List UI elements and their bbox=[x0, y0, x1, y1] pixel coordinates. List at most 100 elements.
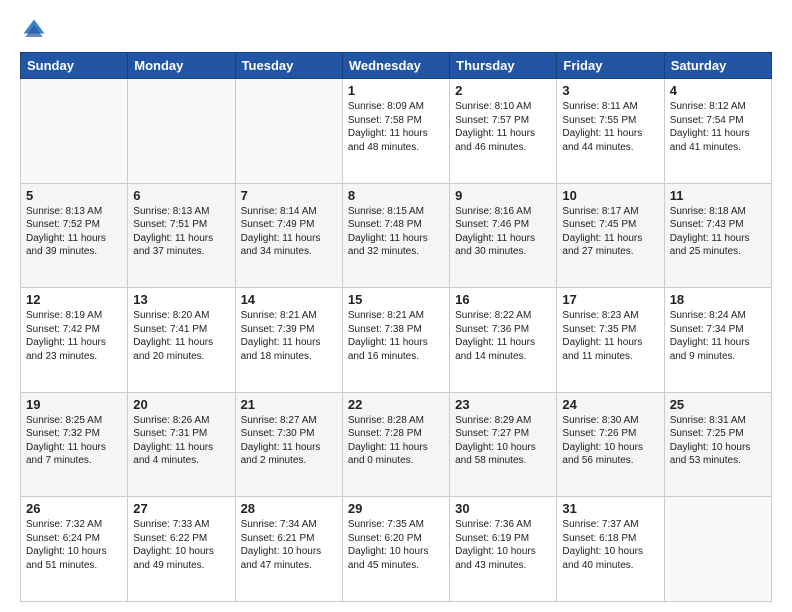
day-number: 31 bbox=[562, 501, 658, 516]
weekday-header-row: SundayMondayTuesdayWednesdayThursdayFrid… bbox=[21, 53, 772, 79]
day-info: Sunrise: 8:15 AM Sunset: 7:48 PM Dayligh… bbox=[348, 205, 444, 259]
day-info: Sunrise: 8:30 AM Sunset: 7:26 PM Dayligh… bbox=[562, 414, 658, 468]
day-cell-6: 6 Sunrise: 8:13 AM Sunset: 7:51 PM Daylig… bbox=[128, 183, 235, 288]
day-number: 14 bbox=[241, 292, 337, 307]
day-cell-25: 25 Sunrise: 8:31 AM Sunset: 7:25 PM Dayli… bbox=[664, 392, 771, 497]
day-info: Sunrise: 7:36 AM Sunset: 6:19 PM Dayligh… bbox=[455, 518, 551, 572]
day-number: 24 bbox=[562, 397, 658, 412]
day-cell-21: 21 Sunrise: 8:27 AM Sunset: 7:30 PM Dayli… bbox=[235, 392, 342, 497]
day-info: Sunrise: 7:32 AM Sunset: 6:24 PM Dayligh… bbox=[26, 518, 122, 572]
day-cell-9: 9 Sunrise: 8:16 AM Sunset: 7:46 PM Daylig… bbox=[450, 183, 557, 288]
day-number: 21 bbox=[241, 397, 337, 412]
day-info: Sunrise: 8:10 AM Sunset: 7:57 PM Dayligh… bbox=[455, 100, 551, 154]
day-info: Sunrise: 8:19 AM Sunset: 7:42 PM Dayligh… bbox=[26, 309, 122, 363]
day-number: 3 bbox=[562, 83, 658, 98]
weekday-header-wednesday: Wednesday bbox=[342, 53, 449, 79]
day-number: 19 bbox=[26, 397, 122, 412]
weekday-header-thursday: Thursday bbox=[450, 53, 557, 79]
weekday-header-sunday: Sunday bbox=[21, 53, 128, 79]
week-row-1: 1Sunrise: 8:09 AM Sunset: 7:58 PM Daylig… bbox=[21, 79, 772, 184]
day-number: 10 bbox=[562, 188, 658, 203]
day-info: Sunrise: 8:25 AM Sunset: 7:32 PM Dayligh… bbox=[26, 414, 122, 468]
day-cell-23: 23 Sunrise: 8:29 AM Sunset: 7:27 PM Dayli… bbox=[450, 392, 557, 497]
week-row-5: 26 Sunrise: 7:32 AM Sunset: 6:24 PM Dayli… bbox=[21, 497, 772, 602]
day-number: 8 bbox=[348, 188, 444, 203]
day-number: 9 bbox=[455, 188, 551, 203]
week-row-2: 5 Sunrise: 8:13 AM Sunset: 7:52 PM Daylig… bbox=[21, 183, 772, 288]
day-info: Sunrise: 7:34 AM Sunset: 6:21 PM Dayligh… bbox=[241, 518, 337, 572]
day-info: Sunrise: 8:22 AM Sunset: 7:36 PM Dayligh… bbox=[455, 309, 551, 363]
day-info: Sunrise: 8:16 AM Sunset: 7:46 PM Dayligh… bbox=[455, 205, 551, 259]
logo bbox=[20, 16, 52, 44]
day-info: Sunrise: 8:27 AM Sunset: 7:30 PM Dayligh… bbox=[241, 414, 337, 468]
day-cell-22: 22Sunrise: 8:28 AM Sunset: 7:28 PM Dayli… bbox=[342, 392, 449, 497]
day-cell-5: 5 Sunrise: 8:13 AM Sunset: 7:52 PM Daylig… bbox=[21, 183, 128, 288]
day-number: 6 bbox=[133, 188, 229, 203]
day-number: 13 bbox=[133, 292, 229, 307]
day-info: Sunrise: 8:12 AM Sunset: 7:54 PM Dayligh… bbox=[670, 100, 766, 154]
day-cell-17: 17 Sunrise: 8:23 AM Sunset: 7:35 PM Dayli… bbox=[557, 288, 664, 393]
day-info: Sunrise: 8:29 AM Sunset: 7:27 PM Dayligh… bbox=[455, 414, 551, 468]
logo-icon bbox=[20, 16, 48, 44]
day-number: 26 bbox=[26, 501, 122, 516]
day-info: Sunrise: 8:21 AM Sunset: 7:38 PM Dayligh… bbox=[348, 309, 444, 363]
day-number: 11 bbox=[670, 188, 766, 203]
day-number: 16 bbox=[455, 292, 551, 307]
day-number: 4 bbox=[670, 83, 766, 98]
day-cell-30: 30Sunrise: 7:36 AM Sunset: 6:19 PM Dayli… bbox=[450, 497, 557, 602]
day-cell-1: 1Sunrise: 8:09 AM Sunset: 7:58 PM Daylig… bbox=[342, 79, 449, 184]
day-cell-27: 27Sunrise: 7:33 AM Sunset: 6:22 PM Dayli… bbox=[128, 497, 235, 602]
day-info: Sunrise: 8:13 AM Sunset: 7:52 PM Dayligh… bbox=[26, 205, 122, 259]
day-info: Sunrise: 8:20 AM Sunset: 7:41 PM Dayligh… bbox=[133, 309, 229, 363]
day-info: Sunrise: 8:17 AM Sunset: 7:45 PM Dayligh… bbox=[562, 205, 658, 259]
day-number: 7 bbox=[241, 188, 337, 203]
day-cell-11: 11 Sunrise: 8:18 AM Sunset: 7:43 PM Dayli… bbox=[664, 183, 771, 288]
day-number: 27 bbox=[133, 501, 229, 516]
day-number: 12 bbox=[26, 292, 122, 307]
day-cell-28: 28 Sunrise: 7:34 AM Sunset: 6:21 PM Dayli… bbox=[235, 497, 342, 602]
day-info: Sunrise: 8:23 AM Sunset: 7:35 PM Dayligh… bbox=[562, 309, 658, 363]
week-row-4: 19 Sunrise: 8:25 AM Sunset: 7:32 PM Dayli… bbox=[21, 392, 772, 497]
day-info: Sunrise: 8:28 AM Sunset: 7:28 PM Dayligh… bbox=[348, 414, 444, 468]
day-cell-3: 3Sunrise: 8:11 AM Sunset: 7:55 PM Daylig… bbox=[557, 79, 664, 184]
day-cell-26: 26 Sunrise: 7:32 AM Sunset: 6:24 PM Dayli… bbox=[21, 497, 128, 602]
day-number: 5 bbox=[26, 188, 122, 203]
day-info: Sunrise: 8:26 AM Sunset: 7:31 PM Dayligh… bbox=[133, 414, 229, 468]
day-info: Sunrise: 8:14 AM Sunset: 7:49 PM Dayligh… bbox=[241, 205, 337, 259]
page-header bbox=[20, 16, 772, 44]
day-number: 15 bbox=[348, 292, 444, 307]
empty-cell bbox=[21, 79, 128, 184]
day-number: 20 bbox=[133, 397, 229, 412]
weekday-header-saturday: Saturday bbox=[664, 53, 771, 79]
day-cell-4: 4 Sunrise: 8:12 AM Sunset: 7:54 PM Daylig… bbox=[664, 79, 771, 184]
day-number: 29 bbox=[348, 501, 444, 516]
day-cell-31: 31 Sunrise: 7:37 AM Sunset: 6:18 PM Dayli… bbox=[557, 497, 664, 602]
day-cell-24: 24 Sunrise: 8:30 AM Sunset: 7:26 PM Dayli… bbox=[557, 392, 664, 497]
day-number: 23 bbox=[455, 397, 551, 412]
day-info: Sunrise: 7:37 AM Sunset: 6:18 PM Dayligh… bbox=[562, 518, 658, 572]
day-cell-18: 18Sunrise: 8:24 AM Sunset: 7:34 PM Dayli… bbox=[664, 288, 771, 393]
day-number: 18 bbox=[670, 292, 766, 307]
day-number: 17 bbox=[562, 292, 658, 307]
day-cell-13: 13 Sunrise: 8:20 AM Sunset: 7:41 PM Dayli… bbox=[128, 288, 235, 393]
day-info: Sunrise: 8:13 AM Sunset: 7:51 PM Dayligh… bbox=[133, 205, 229, 259]
day-cell-2: 2Sunrise: 8:10 AM Sunset: 7:57 PM Daylig… bbox=[450, 79, 557, 184]
calendar-table: SundayMondayTuesdayWednesdayThursdayFrid… bbox=[20, 52, 772, 602]
weekday-header-friday: Friday bbox=[557, 53, 664, 79]
week-row-3: 12 Sunrise: 8:19 AM Sunset: 7:42 PM Dayli… bbox=[21, 288, 772, 393]
day-cell-14: 14Sunrise: 8:21 AM Sunset: 7:39 PM Dayli… bbox=[235, 288, 342, 393]
day-info: Sunrise: 8:18 AM Sunset: 7:43 PM Dayligh… bbox=[670, 205, 766, 259]
empty-cell bbox=[235, 79, 342, 184]
day-info: Sunrise: 8:31 AM Sunset: 7:25 PM Dayligh… bbox=[670, 414, 766, 468]
day-cell-20: 20 Sunrise: 8:26 AM Sunset: 7:31 PM Dayli… bbox=[128, 392, 235, 497]
empty-cell bbox=[128, 79, 235, 184]
day-number: 25 bbox=[670, 397, 766, 412]
empty-cell bbox=[664, 497, 771, 602]
day-cell-10: 10 Sunrise: 8:17 AM Sunset: 7:45 PM Dayli… bbox=[557, 183, 664, 288]
day-cell-29: 29 Sunrise: 7:35 AM Sunset: 6:20 PM Dayli… bbox=[342, 497, 449, 602]
calendar-page: SundayMondayTuesdayWednesdayThursdayFrid… bbox=[0, 0, 792, 612]
day-info: Sunrise: 7:35 AM Sunset: 6:20 PM Dayligh… bbox=[348, 518, 444, 572]
day-number: 28 bbox=[241, 501, 337, 516]
day-cell-15: 15 Sunrise: 8:21 AM Sunset: 7:38 PM Dayli… bbox=[342, 288, 449, 393]
day-cell-7: 7 Sunrise: 8:14 AM Sunset: 7:49 PM Daylig… bbox=[235, 183, 342, 288]
